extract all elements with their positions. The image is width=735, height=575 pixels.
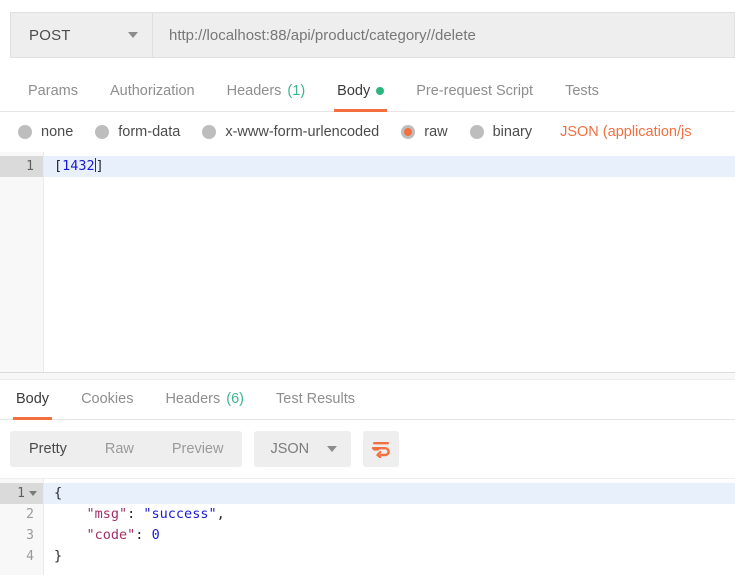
radio-raw-icon[interactable] bbox=[401, 125, 416, 139]
tab-pre-request-script[interactable]: Pre-request Script bbox=[400, 83, 549, 111]
response-sep-1: : bbox=[127, 506, 144, 522]
response-format-select[interactable]: JSON bbox=[254, 431, 352, 467]
response-key-code: "code" bbox=[86, 527, 136, 543]
tab-params[interactable]: Params bbox=[12, 83, 94, 111]
response-tab-headers-count: (6) bbox=[226, 391, 244, 407]
response-code-line-4: } bbox=[44, 546, 735, 567]
body-type-none[interactable]: none bbox=[18, 124, 73, 140]
request-code-area[interactable]: [1432] bbox=[44, 152, 735, 372]
response-line-number-1[interactable]: 1 bbox=[0, 483, 43, 504]
response-editor-gutter: 1 2 3 4 bbox=[0, 479, 44, 575]
response-key-msg: "msg" bbox=[86, 506, 128, 522]
response-view-mode-group: Pretty Raw Preview bbox=[10, 431, 243, 467]
response-tab-headers-label: Headers bbox=[165, 391, 221, 407]
request-url-text: http://localhost:88/api/product/category… bbox=[169, 26, 476, 44]
response-brace-open: { bbox=[54, 485, 63, 501]
pane-splitter[interactable] bbox=[0, 372, 735, 380]
body-type-urlencoded[interactable]: x-www-form-urlencoded bbox=[202, 124, 379, 140]
response-value-msg: "success" bbox=[143, 506, 217, 522]
radio-none-icon[interactable] bbox=[18, 125, 32, 139]
response-sep-2: : bbox=[135, 527, 152, 543]
request-url-input[interactable]: http://localhost:88/api/product/category… bbox=[153, 12, 735, 58]
request-code-value: 1432 bbox=[62, 158, 95, 174]
response-tab-body[interactable]: Body bbox=[0, 391, 65, 420]
response-tabs: Body Cookies Headers (6) Test Results bbox=[0, 380, 735, 420]
response-tab-headers[interactable]: Headers (6) bbox=[149, 391, 260, 419]
response-tab-cookies-label: Cookies bbox=[81, 391, 134, 407]
response-value-code: 0 bbox=[151, 527, 160, 543]
response-format-label: JSON bbox=[270, 441, 310, 457]
view-mode-raw[interactable]: Raw bbox=[86, 431, 153, 467]
tab-body-label: Body bbox=[337, 83, 371, 99]
response-toolbar: Pretty Raw Preview JSON bbox=[0, 420, 735, 478]
response-tab-body-label: Body bbox=[16, 391, 50, 407]
request-code-open: [ bbox=[54, 158, 63, 174]
request-code-line: [1432] bbox=[44, 156, 735, 177]
chevron-down-icon bbox=[128, 32, 138, 38]
request-editor-gutter: 1 bbox=[0, 152, 44, 372]
body-type-binary-label: binary bbox=[492, 124, 533, 140]
response-line-number-2: 2 bbox=[26, 507, 34, 522]
body-type-raw[interactable]: raw bbox=[401, 124, 448, 140]
radio-urlencoded-icon[interactable] bbox=[202, 125, 217, 139]
radio-form-data-icon[interactable] bbox=[95, 125, 110, 139]
response-line-number-3: 3 bbox=[26, 528, 34, 543]
postman-window: POST http://localhost:88/api/product/cat… bbox=[0, 0, 735, 575]
response-code-line-3: "code": 0 bbox=[44, 525, 735, 546]
response-code-area[interactable]: { "msg": "success", "code": 0 } bbox=[44, 479, 735, 575]
response-line-number-4: 4 bbox=[26, 549, 34, 564]
body-type-binary[interactable]: binary bbox=[469, 124, 533, 140]
tab-pre-request-script-label: Pre-request Script bbox=[416, 83, 534, 99]
body-modified-dot-icon bbox=[376, 87, 385, 95]
response-body-editor[interactable]: 1 2 3 4 { "msg": "success", "code": 0 } bbox=[0, 478, 735, 575]
http-method-select[interactable]: POST bbox=[10, 12, 153, 58]
response-code-line-1: { bbox=[44, 483, 735, 504]
request-body-editor[interactable]: 1 [1432] bbox=[0, 152, 735, 372]
content-type-select[interactable]: JSON (application/js bbox=[560, 124, 691, 140]
tab-authorization[interactable]: Authorization bbox=[94, 83, 211, 111]
response-tab-cookies[interactable]: Cookies bbox=[65, 391, 149, 419]
tab-params-label: Params bbox=[28, 83, 78, 99]
tab-headers-count: (1) bbox=[287, 83, 306, 99]
tab-headers-label: Headers bbox=[226, 83, 282, 99]
response-line-1-label: 1 bbox=[17, 486, 25, 501]
tab-tests-label: Tests bbox=[565, 83, 599, 99]
word-wrap-icon bbox=[371, 442, 390, 458]
view-mode-pretty[interactable]: Pretty bbox=[10, 431, 86, 467]
body-type-raw-label: raw bbox=[424, 124, 448, 140]
request-url-bar: POST http://localhost:88/api/product/cat… bbox=[0, 0, 735, 70]
radio-binary-icon[interactable] bbox=[469, 125, 484, 139]
body-type-none-label: none bbox=[41, 124, 74, 140]
response-comma-1: , bbox=[216, 506, 225, 522]
word-wrap-button[interactable] bbox=[363, 431, 400, 467]
request-tabs: Params Authorization Headers (1) Body Pr… bbox=[0, 70, 735, 112]
tab-headers[interactable]: Headers (1) bbox=[211, 83, 322, 111]
response-tab-test-results-label: Test Results bbox=[276, 391, 355, 407]
tab-tests[interactable]: Tests bbox=[549, 83, 615, 111]
body-type-radio-group: none form-data x-www-form-urlencoded raw… bbox=[0, 112, 735, 152]
body-type-form-data[interactable]: form-data bbox=[95, 124, 180, 140]
collapse-triangle-icon[interactable] bbox=[29, 491, 37, 496]
response-code-line-2: "msg": "success", bbox=[44, 504, 735, 525]
tab-body[interactable]: Body bbox=[321, 83, 400, 112]
response-tab-test-results[interactable]: Test Results bbox=[260, 391, 371, 419]
body-type-form-data-label: form-data bbox=[118, 124, 181, 140]
response-brace-close: } bbox=[54, 548, 63, 564]
response-pane: Body Cookies Headers (6) Test Results Pr… bbox=[0, 380, 735, 575]
http-method-label: POST bbox=[29, 26, 71, 44]
tab-authorization-label: Authorization bbox=[109, 83, 195, 99]
request-code-close: ] bbox=[95, 158, 104, 174]
body-type-urlencoded-label: x-www-form-urlencoded bbox=[225, 124, 380, 140]
view-mode-preview[interactable]: Preview bbox=[153, 431, 243, 467]
request-line-number: 1 bbox=[0, 156, 43, 177]
chevron-down-icon bbox=[327, 446, 338, 452]
